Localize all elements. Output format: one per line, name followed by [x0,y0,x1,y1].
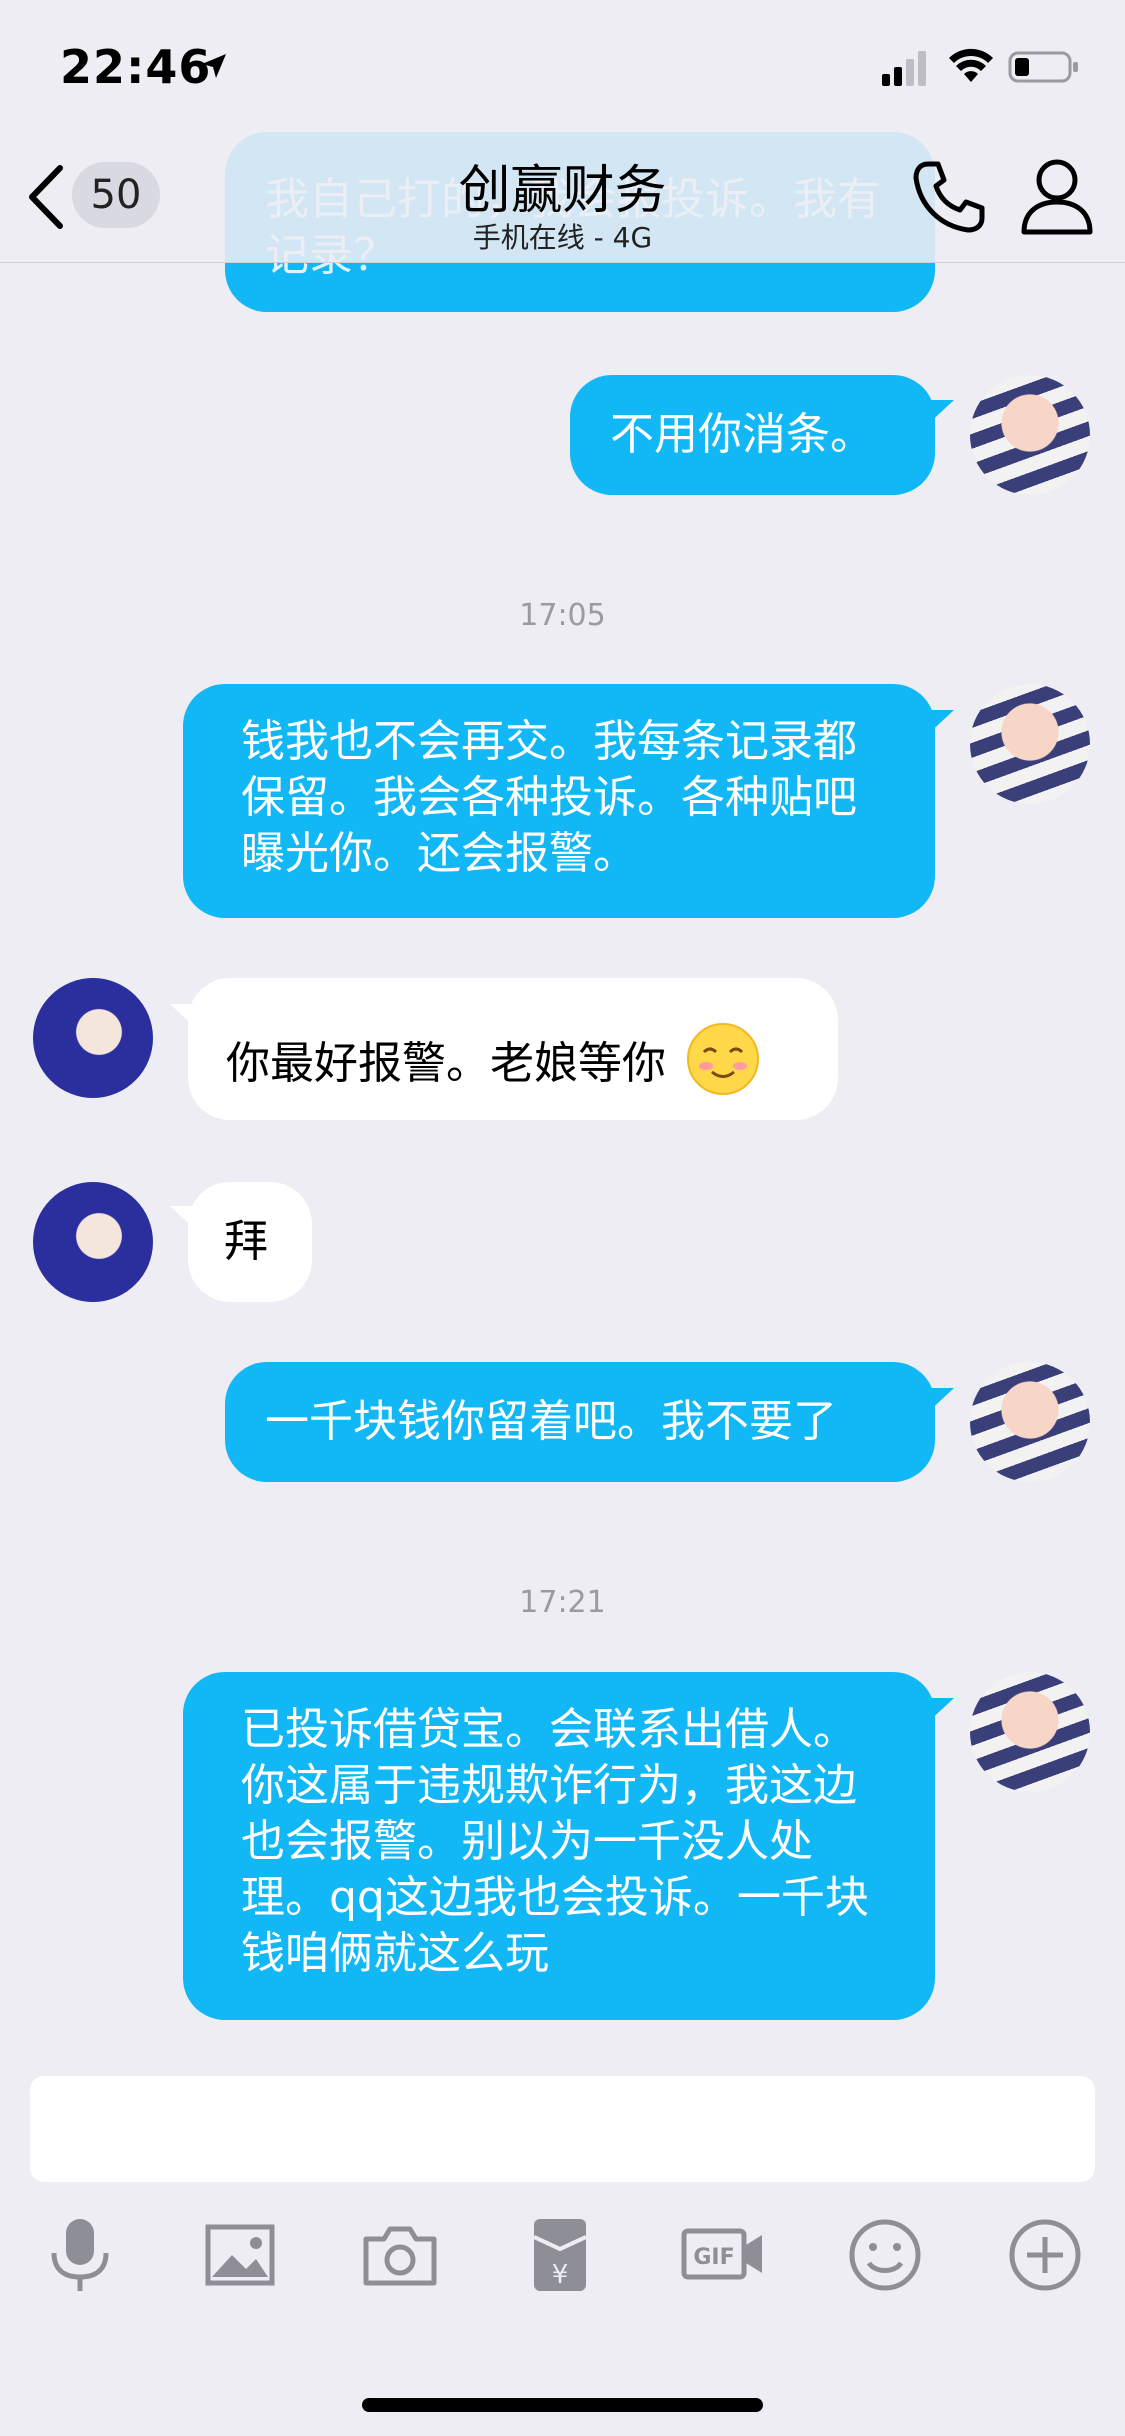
smile-emoji-icon [686,1022,760,1110]
timestamp: 17:21 [519,1585,606,1620]
avatar-contact[interactable] [33,978,153,1098]
bubble-tail [924,710,954,738]
message-input[interactable] [30,2076,1095,2182]
plus-icon[interactable] [1005,2215,1085,2295]
camera-icon[interactable] [360,2215,440,2295]
message-bubble[interactable]: 不用你消条。 [570,375,935,495]
phone-call-icon[interactable] [910,158,988,236]
message-bubble[interactable]: 拜 [188,1182,312,1302]
navigation-bar: 50 创赢财务 手机在线 - 4G [0,132,1125,263]
bubble-tail [924,400,954,428]
message-text: 你最好报警。老娘等你 [226,1038,666,1089]
avatar-self[interactable] [970,1362,1090,1482]
status-time: 22:46 [60,40,212,94]
cellular-signal-icon [882,51,926,86]
home-indicator[interactable] [362,2398,763,2412]
svg-text:¥: ¥ [552,2260,569,2290]
gif-icon[interactable]: GIF [680,2215,766,2295]
avatar-contact[interactable] [33,1182,153,1302]
avatar-self[interactable] [970,375,1090,495]
red-packet-icon[interactable]: ¥ [520,2215,600,2295]
image-icon[interactable] [200,2215,280,2295]
emoji-icon[interactable] [845,2215,925,2295]
contact-profile-icon[interactable] [1018,154,1096,236]
avatar-self[interactable] [970,1672,1090,1792]
microphone-icon[interactable] [40,2215,120,2295]
status-bar: 22:46 [0,0,1125,132]
message-bubble[interactable]: 你最好报警。老娘等你 [188,978,838,1120]
battery-icon [1008,51,1078,83]
location-arrow-icon [202,54,226,78]
message-bubble[interactable]: 一千块钱你留着吧。我不要了 [225,1362,935,1482]
message-bubble[interactable]: 钱我也不会再交。我每条记录都保留。我会各种投诉。各种贴吧曝光你。还会报警。 [183,684,935,918]
input-toolbar: ¥ GIF [0,2215,1125,2305]
avatar-self[interactable] [970,684,1090,804]
message-bubble[interactable]: 已投诉借贷宝。会联系出借人。你这属于违规欺诈行为，我这边也会报警。别以为一千没人… [183,1672,935,2020]
timestamp: 17:05 [519,598,606,633]
wifi-icon [949,48,993,82]
svg-text:GIF: GIF [693,2245,734,2270]
